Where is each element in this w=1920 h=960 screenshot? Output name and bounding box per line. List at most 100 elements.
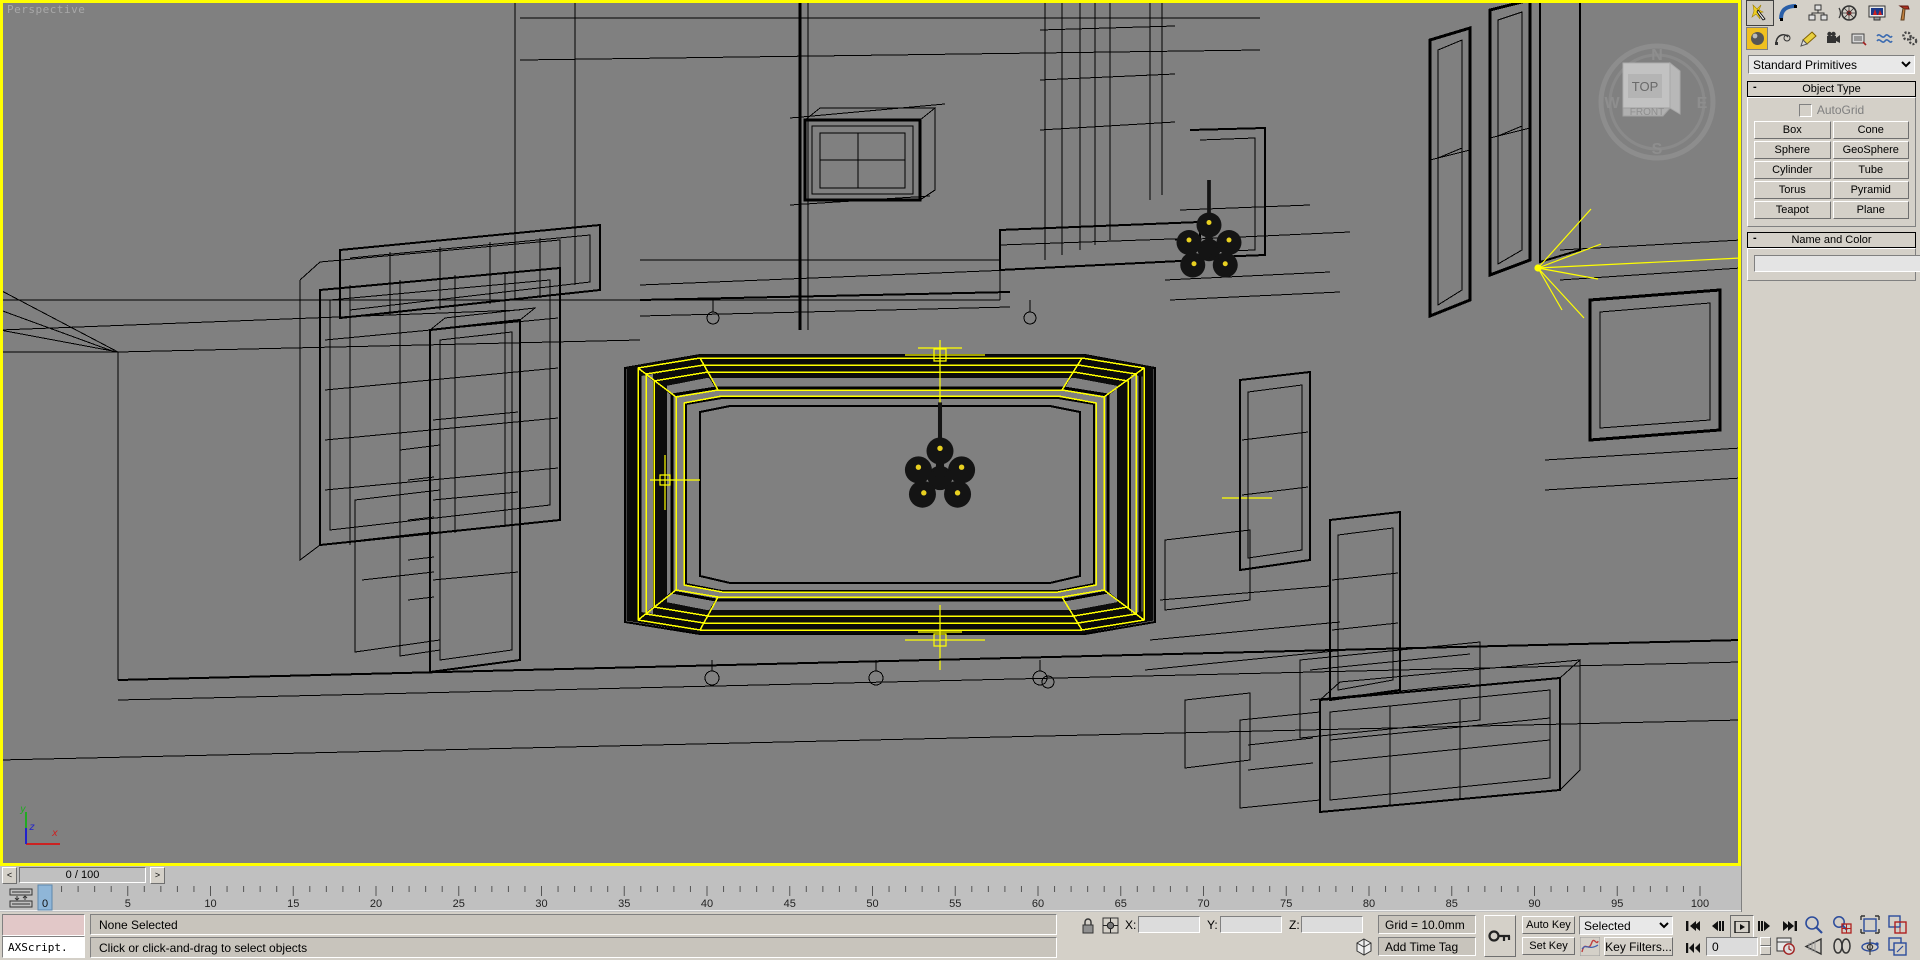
command-tab-utilities[interactable] — [1891, 0, 1920, 26]
svg-text:5: 5 — [125, 898, 131, 910]
zoom-icon[interactable] — [1804, 915, 1824, 934]
key-mode-button[interactable] — [1682, 937, 1704, 958]
autogrid-row[interactable]: AutoGrid — [1754, 103, 1909, 117]
key-filter-mode-dropdown[interactable]: Selected — [1579, 916, 1673, 935]
field-of-view-icon[interactable] — [1804, 937, 1824, 956]
maxscript-output-row[interactable] — [2, 914, 85, 936]
previous-frame-button[interactable] — [1706, 915, 1728, 936]
create-cone-button[interactable]: Cone — [1832, 121, 1909, 139]
create-box-button[interactable]: Box — [1754, 121, 1831, 139]
command-tab-modify[interactable] — [1775, 0, 1804, 26]
zoom-extents-icon[interactable] — [1860, 915, 1880, 934]
subcat-cameras[interactable] — [1822, 26, 1845, 50]
svg-text:90: 90 — [1528, 898, 1540, 910]
svg-text:80: 80 — [1363, 898, 1375, 910]
command-tab-motion[interactable] — [1833, 0, 1862, 26]
viewport-wireframe-scene — [0, 0, 1741, 866]
rollout-name-and-color: - Name and Color — [1747, 232, 1920, 281]
time-slider-prev-button[interactable]: < — [2, 866, 17, 884]
subcat-helpers[interactable] — [1847, 26, 1871, 50]
play-animation-button[interactable] — [1730, 915, 1754, 938]
prompt-line: Click or click-and-drag to select object… — [90, 937, 1057, 958]
svg-text:35: 35 — [618, 898, 630, 910]
subcat-lights[interactable] — [1796, 26, 1820, 50]
absolute-relative-transform-icon[interactable] — [1102, 917, 1119, 934]
time-slider-handle[interactable]: 0 / 100 — [19, 867, 146, 883]
command-tab-create[interactable] — [1746, 0, 1775, 26]
viewport-label[interactable]: Perspective — [7, 3, 85, 16]
key-mode-toggle-button[interactable] — [1484, 915, 1516, 957]
create-torus-button[interactable]: Torus — [1754, 181, 1831, 199]
zoom-extents-all-icon[interactable] — [1888, 915, 1908, 934]
object-name-input[interactable] — [1754, 255, 1920, 272]
maximize-viewport-icon[interactable] — [1888, 937, 1908, 956]
pan-hand-icon[interactable] — [1832, 937, 1852, 956]
create-plane-button[interactable]: Plane — [1832, 201, 1909, 219]
create-cylinder-button[interactable]: Cylinder — [1754, 161, 1831, 179]
current-frame-field[interactable]: 0 — [1706, 937, 1758, 956]
svg-text:10: 10 — [204, 898, 216, 910]
frame-spinner-down[interactable] — [1760, 946, 1771, 955]
track-bar[interactable]: 0 5 10 15 20 25 30 35 40 45 50 55 60 65 70 75 80 85 90 95 10… — [0, 884, 1741, 912]
time-tag-icon[interactable] — [1355, 938, 1373, 956]
coord-x-input[interactable] — [1138, 916, 1200, 933]
svg-text:50: 50 — [866, 898, 878, 910]
perspective-viewport[interactable]: Perspective x y z N E S W TOP FRONT — [0, 0, 1741, 866]
svg-text:0: 0 — [42, 898, 48, 910]
autogrid-label: AutoGrid — [1816, 103, 1865, 117]
create-teapot-button[interactable]: Teapot — [1754, 201, 1831, 219]
key-mode-icon — [1686, 942, 1700, 953]
go-to-start-button[interactable] — [1682, 915, 1704, 936]
command-tab-hierarchy[interactable] — [1804, 0, 1833, 26]
viewcube[interactable]: N E S W TOP FRONT — [1592, 36, 1722, 166]
svg-text:45: 45 — [784, 898, 796, 910]
go-to-end-icon — [1783, 920, 1797, 931]
time-configuration-icon[interactable] — [1776, 937, 1796, 956]
key-filters-button[interactable]: Key Filters... — [1604, 937, 1673, 956]
subcat-systems[interactable] — [1898, 26, 1920, 50]
add-time-tag-button[interactable]: Add Time Tag — [1378, 937, 1476, 956]
subcat-space-warps[interactable] — [1873, 26, 1896, 50]
command-tab-display[interactable] — [1862, 0, 1891, 26]
svg-text:x: x — [51, 828, 58, 839]
coord-z-label: Z: — [1289, 918, 1300, 932]
go-to-end-button[interactable] — [1779, 915, 1801, 936]
name-and-color-collapse-icon[interactable]: - — [1753, 232, 1757, 244]
timeline-ruler[interactable]: 0 5 10 15 20 25 30 35 40 45 50 55 60 65 70 75 80 85 90 95 10… — [0, 884, 1741, 912]
set-key-button[interactable]: Set Key — [1522, 937, 1575, 955]
svg-text:60: 60 — [1032, 898, 1044, 910]
zoom-all-icon[interactable] — [1832, 915, 1852, 934]
object-type-collapse-icon[interactable]: - — [1753, 81, 1757, 93]
set-key-curve-icon[interactable] — [1580, 937, 1600, 956]
object-category-dropdown[interactable]: Standard Primitives — [1748, 55, 1915, 74]
name-and-color-header[interactable]: - Name and Color — [1747, 232, 1916, 248]
lock-selection-icon[interactable] — [1081, 918, 1095, 934]
next-frame-button[interactable] — [1754, 915, 1776, 936]
go-to-start-icon — [1686, 920, 1700, 931]
svg-text:z: z — [29, 822, 35, 833]
create-geosphere-button[interactable]: GeoSphere — [1832, 141, 1909, 159]
subcat-shapes[interactable] — [1771, 26, 1794, 50]
time-slider-next-button[interactable]: > — [150, 866, 165, 884]
selection-status-field: None Selected — [90, 914, 1057, 935]
create-pyramid-button[interactable]: Pyramid — [1832, 181, 1909, 199]
create-tube-button[interactable]: Tube — [1832, 161, 1909, 179]
coord-z-input[interactable] — [1301, 916, 1363, 933]
orbit-icon[interactable] — [1860, 937, 1880, 956]
previous-frame-icon — [1712, 920, 1724, 931]
next-frame-icon — [1758, 920, 1770, 931]
time-slider-bar: < 0 / 100 > — [0, 866, 1741, 884]
auto-key-button[interactable]: Auto Key — [1522, 916, 1575, 934]
autogrid-checkbox[interactable] — [1798, 103, 1812, 117]
coord-y-input[interactable] — [1220, 916, 1282, 933]
maxscript-input-row[interactable]: AXScript. — [2, 936, 85, 958]
create-sphere-button[interactable]: Sphere — [1754, 141, 1831, 159]
object-type-header[interactable]: - Object Type — [1747, 81, 1916, 97]
frame-spinner-up[interactable] — [1760, 937, 1771, 946]
maxscript-mini-listener[interactable]: AXScript. — [2, 914, 85, 958]
grid-size-readout: Grid = 10.0mm — [1378, 915, 1476, 934]
subcat-geometry[interactable] — [1746, 26, 1769, 50]
key-mode-toggle-icon — [1488, 930, 1511, 942]
svg-text:100: 100 — [1691, 898, 1709, 910]
name-and-color-body — [1747, 248, 1920, 281]
